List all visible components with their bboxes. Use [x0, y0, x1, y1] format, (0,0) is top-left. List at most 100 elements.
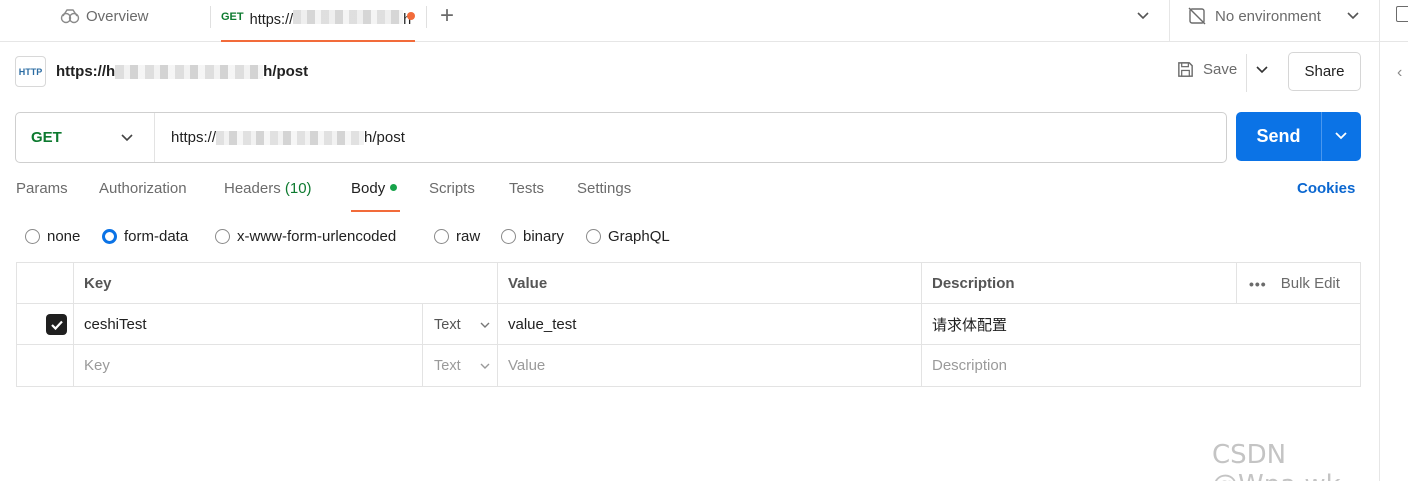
radio-circle-icon [215, 229, 230, 244]
radio-form-data-label: form-data [124, 228, 189, 245]
table-header-row: Key Value Description ••• Bulk Edit [17, 263, 1360, 304]
new-key-input[interactable]: Key [74, 345, 110, 386]
table-row-empty: Key Text Value Description [17, 345, 1360, 386]
collapse-chevron-left-icon[interactable]: ‹ [1397, 64, 1402, 82]
send-options-chevron-down-icon[interactable] [1333, 127, 1349, 147]
tab-request-active[interactable]: GET https://h [221, 0, 415, 42]
radio-graphql-label: GraphQL [608, 228, 670, 245]
request-title[interactable]: https://h h/post [56, 63, 308, 80]
column-header-value: Value [508, 275, 548, 292]
radio-circle-icon [25, 229, 40, 244]
tab-headers[interactable]: Headers (10) [224, 180, 312, 197]
new-type-label: Text [434, 357, 461, 374]
form-data-table: Key Value Description ••• Bulk Edit cesh… [16, 262, 1361, 387]
tab-method-badge: GET [221, 11, 244, 23]
radio-raw-label: raw [456, 228, 481, 245]
radio-circle-icon [434, 229, 449, 244]
bulk-edit-button[interactable]: Bulk Edit [1281, 275, 1340, 292]
column-header-key: Key [84, 275, 112, 292]
tab-scripts[interactable]: Scripts [429, 180, 475, 197]
tab-settings[interactable]: Settings [577, 180, 631, 197]
radio-binary[interactable]: binary [501, 228, 564, 245]
request-title-prefix: https://h [56, 63, 116, 80]
tab-body-label: Body [351, 180, 386, 197]
type-chevron-down-icon [479, 360, 491, 376]
row-enabled-checkbox[interactable] [46, 314, 67, 335]
save-divider [1246, 54, 1247, 92]
environment-chevron-down-icon[interactable] [1346, 8, 1360, 26]
method-label: GET [31, 129, 62, 146]
tab-divider [426, 6, 427, 28]
tab-bar: Overview GET https://h + No environment [0, 0, 1408, 42]
url-bar: GET https:// h/post [15, 112, 1227, 163]
url-suffix: h/post [364, 129, 405, 146]
tab-params[interactable]: Params [16, 180, 68, 197]
unsaved-dot-icon [407, 12, 415, 20]
cookies-link[interactable]: Cookies [1297, 180, 1355, 197]
redacted-host [293, 10, 404, 24]
radio-circle-icon [586, 229, 601, 244]
method-chevron-down-icon [120, 130, 134, 148]
env-divider [1169, 0, 1170, 42]
row-description-input[interactable]: 请求体配置 [922, 304, 1007, 345]
tab-overview[interactable]: Overview [60, 0, 149, 32]
radio-form-data[interactable]: form-data [102, 228, 188, 245]
url-prefix: https:// [171, 129, 217, 146]
tab-body[interactable]: Body [351, 180, 398, 197]
row-type-select[interactable]: Text [422, 304, 498, 345]
column-divider [1236, 263, 1237, 304]
save-label: Save [1203, 61, 1238, 78]
tab-tests[interactable]: Tests [509, 180, 544, 197]
new-type-select[interactable]: Text [422, 345, 498, 386]
environment-selector[interactable]: No environment [1187, 6, 1321, 26]
tab-url-label: https://h [249, 8, 411, 28]
new-description-input[interactable]: Description [922, 345, 1007, 386]
column-header-description: Description [932, 275, 1015, 292]
radio-circle-icon [501, 229, 516, 244]
new-tab-plus-icon[interactable]: + [440, 4, 454, 28]
request-title-suffix: h/post [263, 63, 309, 80]
radio-none[interactable]: none [25, 228, 80, 245]
tab-overview-label: Overview [86, 7, 149, 25]
url-input[interactable]: https:// h/post [171, 113, 405, 162]
radio-urlencoded[interactable]: x-www-form-urlencoded [215, 228, 396, 245]
save-icon [1178, 62, 1193, 77]
right-panel-icon[interactable] [1396, 6, 1408, 22]
save-options-chevron-down-icon[interactable] [1255, 62, 1269, 80]
new-value-input[interactable]: Value [498, 345, 545, 386]
row-key-input[interactable]: ceshiTest [74, 304, 147, 345]
share-button[interactable]: Share [1288, 52, 1361, 91]
radio-binary-label: binary [523, 228, 564, 245]
radio-urlencoded-label: x-www-form-urlencoded [237, 228, 397, 245]
http-request-icon: HTTP [15, 56, 46, 87]
type-chevron-down-icon [479, 319, 491, 335]
tab-url-prefix: https:// [249, 12, 294, 28]
tab-divider [210, 6, 211, 28]
tab-headers-label: Headers [224, 180, 281, 197]
radio-none-label: none [47, 228, 81, 245]
more-options-icon[interactable]: ••• [1249, 276, 1267, 292]
radio-raw[interactable]: raw [434, 228, 480, 245]
row-type-label: Text [434, 316, 461, 333]
overview-icon [60, 9, 80, 24]
send-button-group: Send [1236, 112, 1361, 161]
redacted-host [216, 130, 365, 145]
no-environment-icon [1188, 7, 1206, 25]
row-value-input[interactable]: value_test [498, 304, 576, 345]
checkmark-icon [50, 320, 63, 330]
method-select[interactable]: GET [16, 113, 155, 162]
bulk-edit-area: ••• Bulk Edit [1249, 263, 1340, 304]
tabs-dropdown-chevron-icon[interactable] [1136, 8, 1150, 26]
request-header: HTTP https://h h/post [15, 56, 308, 87]
send-divider [1321, 112, 1322, 161]
tab-authorization[interactable]: Authorization [99, 180, 187, 197]
send-button[interactable]: Send [1236, 112, 1321, 161]
body-active-dot-icon [390, 183, 398, 191]
watermark: CSDN @Wpa.wk [1212, 440, 1341, 481]
redacted-host [115, 64, 264, 79]
table-row: ceshiTest Text value_test 请求体配置 [17, 304, 1360, 345]
right-sidebar-divider [1379, 0, 1380, 481]
save-button[interactable]: Save [1176, 60, 1237, 79]
radio-graphql[interactable]: GraphQL [586, 228, 670, 245]
active-tab-indicator [351, 210, 400, 212]
